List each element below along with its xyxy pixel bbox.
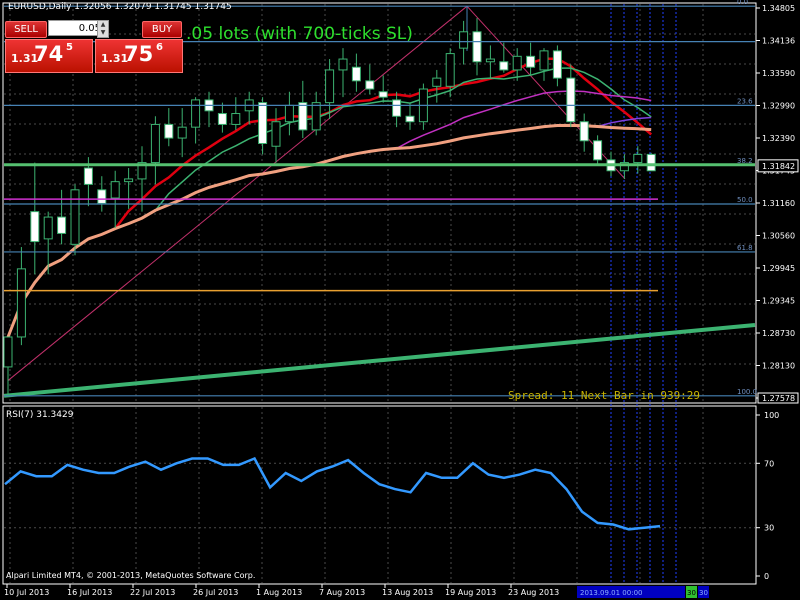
candle-body — [445, 53, 455, 87]
sell-price-superscript: 5 — [66, 42, 73, 53]
candle-body — [30, 211, 40, 243]
fib-label: 0.0 — [737, 0, 748, 6]
price-tick-label: 1.28130 — [762, 362, 795, 371]
candle-body — [83, 167, 93, 185]
badge-text: 30 — [699, 589, 708, 597]
date-tick-label: 10 Jul 2013 — [4, 588, 49, 597]
candle-body — [552, 50, 562, 79]
candle-body — [16, 268, 26, 338]
buy-price-button[interactable]: 1.31 75 6 — [95, 39, 183, 73]
bottom-price-text: 1.27578 — [762, 394, 795, 403]
price-tick-label: 1.29345 — [762, 297, 795, 306]
candle-body — [110, 181, 120, 199]
price-tick-label: 1.30560 — [762, 232, 795, 241]
candle-body — [499, 61, 509, 71]
buy-price-big: 75 — [124, 42, 154, 66]
candle-body — [3, 336, 13, 368]
chart-canvas[interactable]: 0.0 23.6 38.2 50.0 61.8 100.0 1.34805 1.34136 1… — [0, 0, 800, 600]
fib-label: 50.0 — [737, 196, 753, 204]
candle-body — [593, 140, 603, 161]
candle-body — [124, 178, 134, 183]
candle-body — [97, 189, 107, 204]
candle-body — [485, 58, 495, 63]
candle-body — [633, 153, 643, 164]
candle-body — [392, 99, 402, 117]
buy-price-superscript: 6 — [156, 42, 163, 53]
future-date-text: 2013.09.01 00:00 — [580, 589, 642, 597]
sell-price-big: 74 — [34, 42, 64, 66]
candle-body — [271, 121, 281, 147]
fib-label: 23.6 — [737, 97, 753, 105]
candle-body — [191, 99, 201, 128]
chart-background — [0, 0, 800, 600]
candle-body — [258, 102, 268, 145]
date-tick-label: 22 Jul 2013 — [130, 588, 175, 597]
candle-body — [351, 66, 361, 82]
date-tick-label: 26 Jul 2013 — [193, 588, 238, 597]
candle-body — [217, 113, 227, 125]
date-tick-label: 16 Jul 2013 — [67, 588, 112, 597]
rsi-tick-label: 0 — [764, 572, 769, 581]
candle-body — [566, 77, 576, 123]
sell-price-button[interactable]: 1.31 74 5 — [5, 39, 93, 73]
candle-body — [365, 80, 375, 90]
price-tick-label: 1.32390 — [762, 134, 795, 143]
rsi-tick-label: 30 — [764, 524, 774, 533]
date-tick-label: 23 Aug 2013 — [508, 588, 559, 597]
buy-button[interactable]: BUY — [142, 21, 182, 38]
candle-body — [150, 123, 160, 164]
current-price-text: 1.31842 — [762, 162, 795, 171]
price-tick-label: 1.34136 — [762, 37, 795, 46]
candle-body — [378, 91, 388, 98]
candle-body — [57, 216, 67, 234]
lot-size-banner: .05 lots (with 700-ticks SL) — [186, 24, 413, 44]
price-tick-label: 1.34805 — [762, 4, 795, 13]
candle-body — [539, 50, 549, 71]
symbol-header: EURUSD,Daily 1.32056 1.32079 1.31745 1.3… — [8, 2, 232, 12]
price-tick-label: 1.31160 — [762, 199, 795, 208]
one-click-trade-panel: SELL ▲▼ BUY 1.31 74 5 1.31 75 6 — [5, 19, 183, 73]
sell-button[interactable]: SELL — [5, 21, 47, 38]
fib-label: 61.8 — [737, 244, 753, 252]
rsi-tick-label: 100 — [764, 411, 779, 420]
candle-body — [298, 102, 308, 131]
price-tick-label: 1.33590 — [762, 69, 795, 78]
fib-label: 100.0 — [737, 388, 757, 396]
candle-body — [646, 153, 656, 172]
candle-body — [231, 113, 241, 125]
candle-body — [432, 77, 442, 87]
copyright-text: Alpari Limited MT4, © 2001-2013, MetaQuo… — [6, 571, 256, 580]
price-tick-label: 1.29945 — [762, 264, 795, 273]
price-tick-label: 1.32990 — [762, 102, 795, 111]
candle-body — [338, 58, 348, 71]
spread-info: Spread: 11 Next Bar in 939:29 — [508, 389, 701, 402]
candle-body — [459, 31, 469, 49]
candle-body — [472, 31, 482, 63]
lot-stepper[interactable]: ▲ ▼ — [97, 20, 109, 38]
date-tick-label: 19 Aug 2013 — [445, 588, 496, 597]
candle-body — [43, 216, 53, 240]
date-tick-label: 7 Aug 2013 — [319, 588, 365, 597]
candle-body — [284, 104, 294, 123]
rsi-indicator-label: RSI(7) 31.3429 — [6, 410, 74, 420]
candle-body — [164, 123, 174, 139]
candle-body — [70, 189, 80, 245]
candle-body — [512, 55, 522, 71]
badge-text: 30 — [687, 589, 696, 597]
candle-body — [311, 102, 321, 131]
candle-body — [579, 121, 589, 142]
candle-body — [405, 115, 415, 123]
price-tick-label: 1.28730 — [762, 329, 795, 338]
rsi-tick-label: 70 — [764, 459, 774, 468]
fib-label: 38.2 — [737, 157, 753, 165]
date-tick-label: 13 Aug 2013 — [382, 588, 433, 597]
candle-body — [325, 69, 335, 104]
candle-body — [526, 55, 536, 68]
candle-body — [177, 126, 187, 139]
date-tick-label: 1 Aug 2013 — [256, 588, 302, 597]
